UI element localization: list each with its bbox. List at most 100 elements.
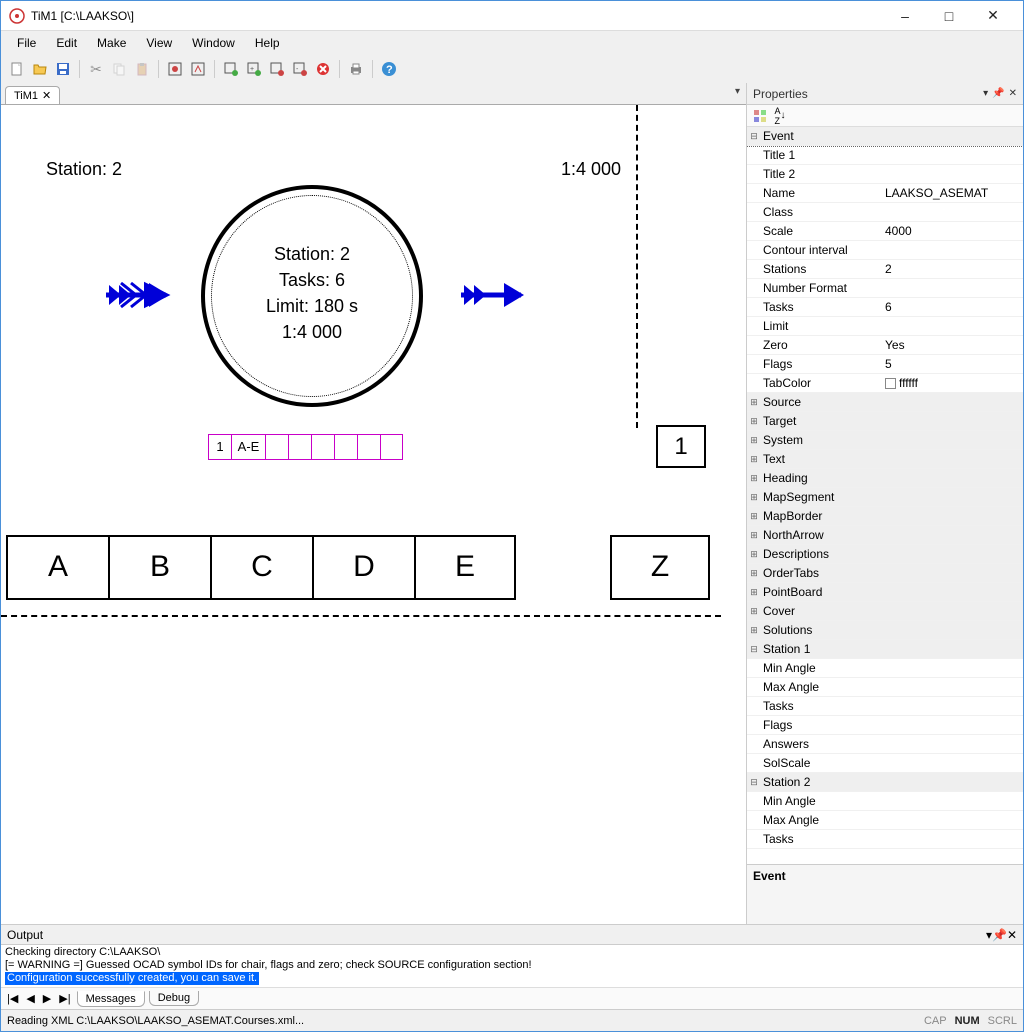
maximize-button[interactable]: □ [927,2,971,30]
stop-icon[interactable] [313,59,333,79]
expand-icon[interactable]: ⊞ [747,511,761,522]
menu-view[interactable]: View [136,34,182,52]
tab-nav-first-icon[interactable]: |◀ [5,992,20,1005]
minimize-button[interactable]: – [883,2,927,30]
menu-file[interactable]: File [7,34,46,52]
menu-edit[interactable]: Edit [46,34,87,52]
expand-icon[interactable]: ⊞ [747,416,761,427]
expand-icon[interactable]: ⊞ [747,473,761,484]
expand-icon[interactable]: ⊟ [747,644,761,655]
prop-row[interactable]: Limit [747,317,1023,336]
panel-close-icon[interactable]: ✕ [1009,88,1017,99]
prop-row[interactable]: SolScale [747,754,1023,773]
toolbar: ✂ + - ? [1,55,1023,83]
properties-description: Event [747,864,1023,924]
design-canvas[interactable]: Station: 2 1:4 000 Station: 2 Tasks: 6 L… [1,105,746,924]
prop-category[interactable]: ⊞Source [747,393,1023,412]
doc-tabs-dropdown-icon[interactable]: ▾ [735,86,740,97]
prop-row[interactable]: TabColorffffff [747,374,1023,393]
expand-icon[interactable]: ⊞ [747,530,761,541]
prop-row[interactable]: Contour interval [747,241,1023,260]
prop-category[interactable]: ⊞NorthArrow [747,526,1023,545]
prop-row[interactable]: Tasks [747,830,1023,849]
expand-icon[interactable]: ⊞ [747,454,761,465]
tool-f-icon[interactable]: - [290,59,310,79]
paste-icon[interactable] [132,59,152,79]
menu-window[interactable]: Window [182,34,245,52]
expand-icon[interactable]: ⊞ [747,606,761,617]
prop-category[interactable]: ⊞Descriptions [747,545,1023,564]
cut-icon[interactable]: ✂ [86,59,106,79]
close-button[interactable]: ✕ [971,2,1015,30]
prop-row[interactable]: Scale4000 [747,222,1023,241]
output-close-icon[interactable]: ✕ [1007,928,1017,942]
output-pin-icon[interactable]: 📌 [992,928,1007,942]
prop-category[interactable]: ⊞MapSegment [747,488,1023,507]
status-cap: CAP [924,1015,947,1027]
prop-sort-icon[interactable]: AZ↓ [771,107,789,125]
tab-debug[interactable]: Debug [149,991,199,1006]
print-icon[interactable] [346,59,366,79]
new-file-icon[interactable] [7,59,27,79]
panel-pin-icon[interactable]: 📌 [992,88,1004,99]
prop-category[interactable]: ⊞Heading [747,469,1023,488]
expand-icon[interactable]: ⊟ [747,777,761,788]
tool-a-icon[interactable] [165,59,185,79]
tab-nav-prev-icon[interactable]: ◀ [24,992,36,1005]
prop-row[interactable]: Class [747,203,1023,222]
prop-category[interactable]: ⊞OrderTabs [747,564,1023,583]
prop-row[interactable]: Max Angle [747,678,1023,697]
panel-dropdown-icon[interactable]: ▾ [983,88,988,99]
prop-row[interactable]: Tasks6 [747,298,1023,317]
expand-icon[interactable]: ⊟ [747,131,761,142]
expand-icon[interactable]: ⊞ [747,435,761,446]
guide-vert [636,105,638,428]
prop-row[interactable]: Min Angle [747,792,1023,811]
expand-icon[interactable]: ⊞ [747,568,761,579]
tab-nav-next-icon[interactable]: ▶ [41,992,53,1005]
prop-row[interactable]: Min Angle [747,659,1023,678]
tool-b-icon[interactable] [188,59,208,79]
prop-row[interactable]: Tasks [747,697,1023,716]
prop-category[interactable]: ⊞Text [747,450,1023,469]
window-title: TiM1 [C:\LAAKSO\] [31,9,883,23]
expand-icon[interactable]: ⊞ [747,549,761,560]
expand-icon[interactable]: ⊞ [747,625,761,636]
tab-nav-last-icon[interactable]: ▶| [57,992,72,1005]
prop-row[interactable]: ZeroYes [747,336,1023,355]
tab-messages[interactable]: Messages [77,991,145,1007]
tool-e-icon[interactable] [267,59,287,79]
expand-icon[interactable]: ⊞ [747,492,761,503]
prop-row[interactable]: Title 2 [747,165,1023,184]
doc-tab-tim1[interactable]: TiM1 ✕ [5,86,60,104]
expand-icon[interactable]: ⊞ [747,587,761,598]
prop-category[interactable]: ⊞MapBorder [747,507,1023,526]
prop-row[interactable]: NameLAAKSO_ASEMAT [747,184,1023,203]
help-icon[interactable]: ? [379,59,399,79]
output-text[interactable]: Checking directory C:\LAAKSO\ [= WARNING… [1,945,1023,987]
prop-row[interactable]: Flags [747,716,1023,735]
open-icon[interactable] [30,59,50,79]
menu-help[interactable]: Help [245,34,290,52]
menu-make[interactable]: Make [87,34,136,52]
doc-tab-close-icon[interactable]: ✕ [42,89,51,102]
prop-category[interactable]: ⊞Solutions [747,621,1023,640]
copy-icon[interactable] [109,59,129,79]
properties-grid[interactable]: ⊟Event Title 1Title 2NameLAAKSO_ASEMATCl… [747,127,1023,864]
prop-category[interactable]: ⊞Target [747,412,1023,431]
properties-panel: Properties ▾ 📌 ✕ AZ↓ ⊟Event Title 1Title… [746,83,1023,924]
prop-row[interactable]: Title 1 [747,146,1023,165]
prop-category[interactable]: ⊞Cover [747,602,1023,621]
prop-categorized-icon[interactable] [751,107,769,125]
expand-icon[interactable]: ⊞ [747,397,761,408]
prop-row[interactable]: Max Angle [747,811,1023,830]
tool-d-icon[interactable]: + [244,59,264,79]
prop-row[interactable]: Stations2 [747,260,1023,279]
prop-row[interactable]: Answers [747,735,1023,754]
tool-c-icon[interactable] [221,59,241,79]
prop-category[interactable]: ⊞PointBoard [747,583,1023,602]
prop-row[interactable]: Flags5 [747,355,1023,374]
save-icon[interactable] [53,59,73,79]
prop-row[interactable]: Number Format [747,279,1023,298]
prop-category[interactable]: ⊞System [747,431,1023,450]
